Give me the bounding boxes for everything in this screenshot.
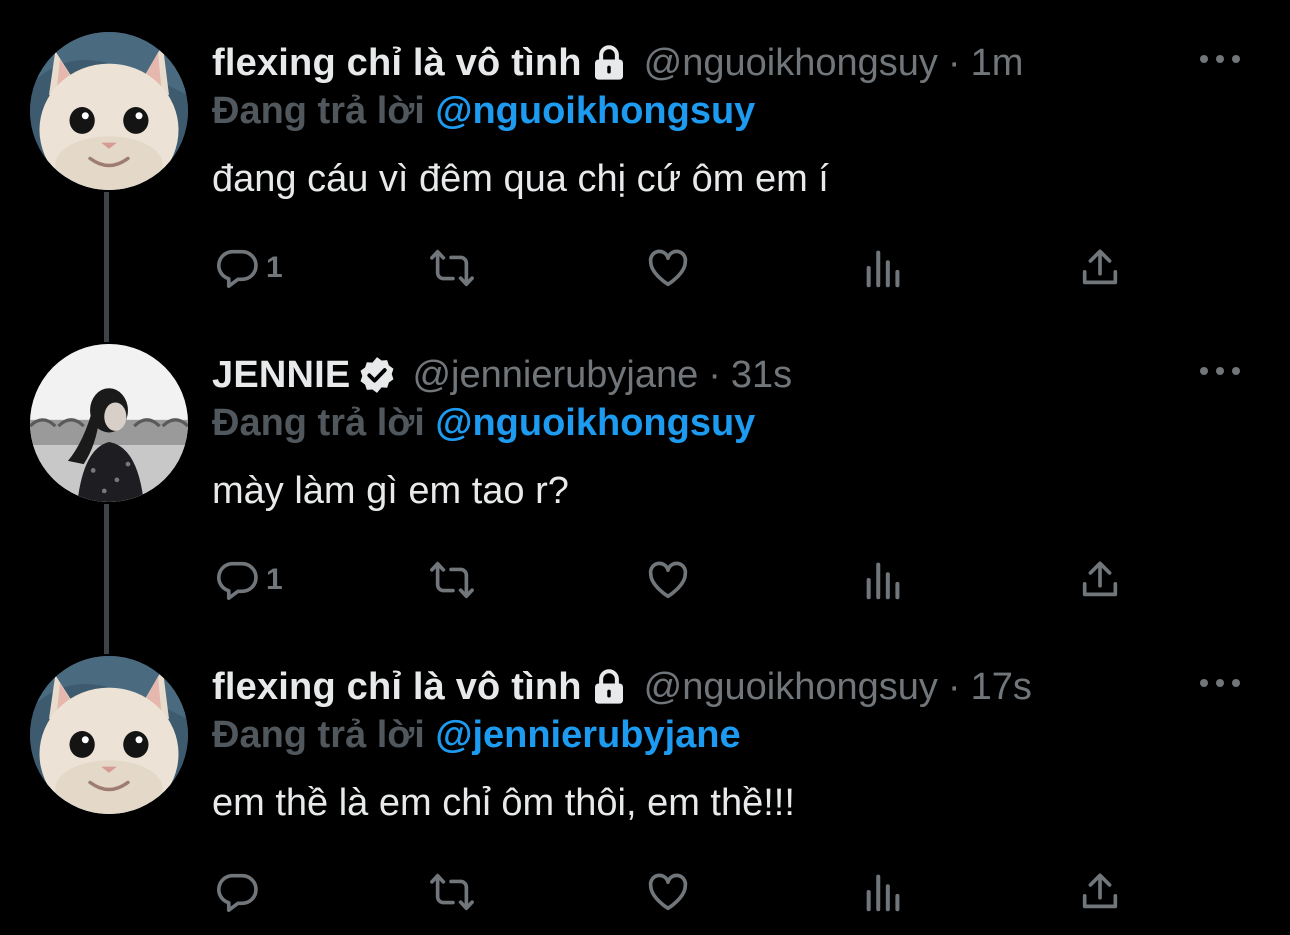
cat-avatar-icon — [30, 656, 188, 814]
retweet-icon — [429, 557, 475, 603]
reply-button[interactable]: 1 — [214, 550, 283, 610]
tweet-header: flexing chỉ là vô tình @nguoikhongsuy · … — [212, 662, 1032, 712]
action-bar: 1 — [0, 550, 1290, 610]
analytics-button[interactable] — [861, 238, 907, 298]
tweet-text: em thề là em chỉ ôm thôi, em thề!!! — [212, 782, 795, 824]
user-handle[interactable]: @nguoikhongsuy — [644, 42, 938, 85]
heart-icon — [645, 245, 691, 291]
tweet-header: flexing chỉ là vô tình @nguoikhongsuy · … — [212, 38, 1023, 88]
display-name[interactable]: JENNIE — [212, 354, 350, 397]
reply-icon — [214, 869, 260, 915]
replying-label: Đang trả lời — [212, 402, 425, 444]
avatar[interactable] — [30, 656, 188, 814]
mention-link[interactable]: @nguoikhongsuy — [435, 402, 755, 444]
retweet-button[interactable] — [429, 550, 475, 610]
separator: · — [947, 41, 961, 84]
retweet-button[interactable] — [429, 238, 475, 298]
reply-count: 1 — [266, 563, 283, 596]
replying-label: Đang trả lời — [212, 90, 425, 132]
mention-link[interactable]: @jennierubyjane — [435, 714, 740, 756]
analytics-button[interactable] — [861, 862, 907, 922]
share-button[interactable] — [1077, 550, 1123, 610]
replying-to: Đang trả lời @nguoikhongsuy — [212, 402, 755, 445]
more-options-icon[interactable] — [1200, 44, 1240, 74]
tweet-2[interactable]: JENNIE @jennierubyjane · 31s Đang trả lờ… — [0, 312, 1290, 632]
mention-link[interactable]: @nguoikhongsuy — [435, 90, 755, 132]
separator: · — [708, 353, 721, 396]
timestamp[interactable]: 17s — [971, 666, 1032, 709]
reply-button[interactable]: 1 — [214, 238, 283, 298]
action-bar — [0, 862, 1290, 922]
tweet-text: đang cáu vì đêm qua chị cứ ôm em í — [212, 158, 829, 200]
share-icon — [1077, 557, 1123, 603]
retweet-button[interactable] — [429, 862, 475, 922]
timestamp[interactable]: 31s — [731, 354, 792, 397]
separator: · — [947, 665, 961, 708]
reply-button[interactable] — [214, 862, 266, 922]
action-bar: 1 — [0, 238, 1290, 298]
tweet-text: mày làm gì em tao r? — [212, 470, 569, 512]
verified-icon — [356, 354, 398, 396]
tweet-1[interactable]: flexing chỉ là vô tình @nguoikhongsuy · … — [0, 0, 1290, 320]
user-handle[interactable]: @jennierubyjane — [412, 354, 698, 397]
analytics-button[interactable] — [861, 550, 907, 610]
display-name[interactable]: flexing chỉ là vô tình — [212, 42, 582, 85]
replying-label: Đang trả lời — [212, 714, 425, 756]
share-icon — [1077, 869, 1123, 915]
retweet-icon — [429, 869, 475, 915]
like-button[interactable] — [645, 238, 691, 298]
share-button[interactable] — [1077, 862, 1123, 922]
more-options-icon[interactable] — [1200, 356, 1240, 386]
photo-avatar-icon — [30, 344, 188, 502]
share-button[interactable] — [1077, 238, 1123, 298]
like-button[interactable] — [645, 862, 691, 922]
user-handle[interactable]: @nguoikhongsuy — [644, 666, 938, 709]
reply-icon — [214, 245, 260, 291]
bar-chart-icon — [861, 245, 907, 291]
retweet-icon — [429, 245, 475, 291]
avatar[interactable] — [30, 344, 188, 502]
display-name[interactable]: flexing chỉ là vô tình — [212, 666, 582, 709]
share-icon — [1077, 245, 1123, 291]
heart-icon — [645, 869, 691, 915]
bar-chart-icon — [861, 557, 907, 603]
lock-icon — [588, 42, 630, 84]
replying-to: Đang trả lời @jennierubyjane — [212, 714, 741, 757]
bar-chart-icon — [861, 869, 907, 915]
heart-icon — [645, 557, 691, 603]
reply-icon — [214, 557, 260, 603]
more-options-icon[interactable] — [1200, 668, 1240, 698]
lock-icon — [588, 666, 630, 708]
cat-avatar-icon — [30, 32, 188, 190]
avatar[interactable] — [30, 32, 188, 190]
reply-count: 1 — [266, 251, 283, 284]
tweet-header: JENNIE @jennierubyjane · 31s — [212, 350, 792, 400]
like-button[interactable] — [645, 550, 691, 610]
timestamp[interactable]: 1m — [971, 42, 1024, 85]
tweet-3[interactable]: flexing chỉ là vô tình @nguoikhongsuy · … — [0, 624, 1290, 935]
replying-to: Đang trả lời @nguoikhongsuy — [212, 90, 755, 133]
